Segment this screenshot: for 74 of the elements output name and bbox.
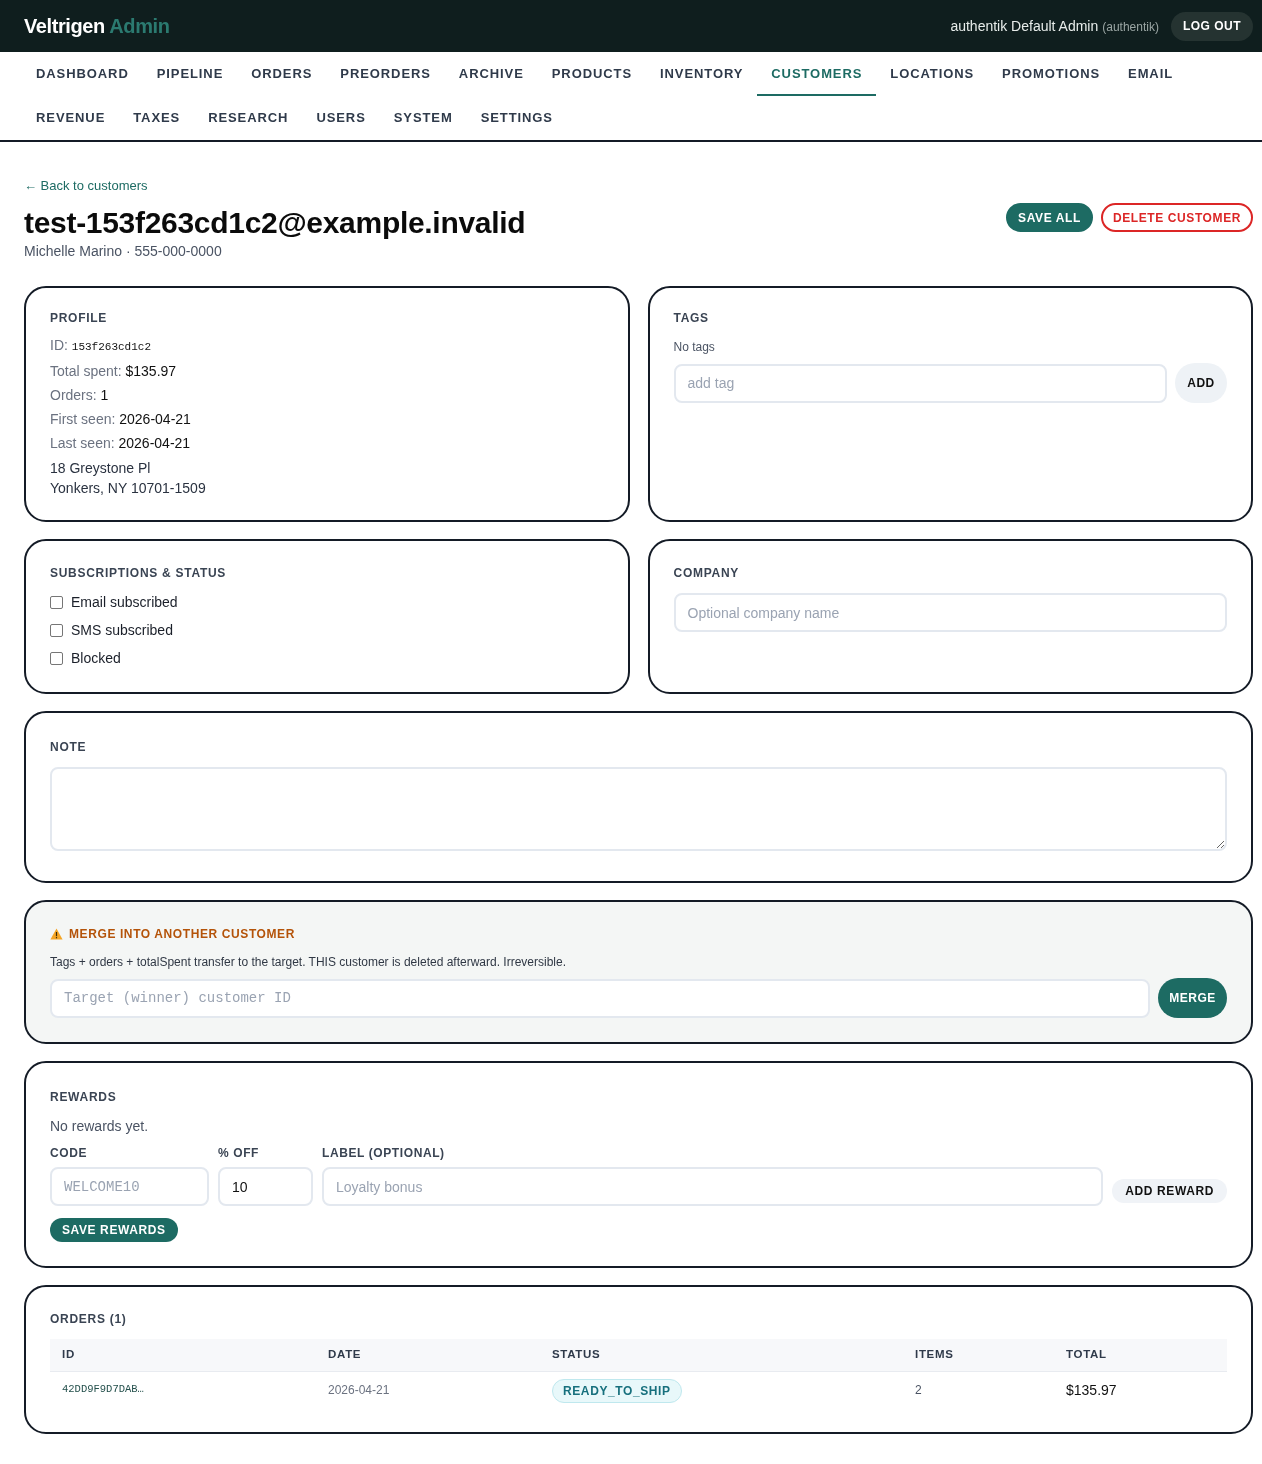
- user-source: (authentik): [1102, 18, 1159, 36]
- section-heading: SUBSCRIPTIONS & STATUS: [50, 565, 228, 581]
- section-heading: MERGE INTO ANOTHER CUSTOMER: [69, 926, 295, 942]
- field-label: % OFF: [218, 1145, 260, 1161]
- add-tag-button[interactable]: ADD: [1175, 363, 1227, 403]
- nav-tab[interactable]: RESEARCH: [194, 96, 303, 140]
- nav-tab[interactable]: PROMOTIONS: [988, 52, 1115, 96]
- table-cell-text: 2: [914, 1382, 923, 1399]
- field-label: CODE: [50, 1145, 89, 1161]
- brand-logo[interactable]: Veltrigen Admin: [24, 16, 170, 36]
- profile-field: Orders: 1: [50, 386, 604, 404]
- reward-input[interactable]: 10: [218, 1167, 313, 1206]
- nav-tab[interactable]: DASHBOARD: [22, 52, 143, 96]
- section-heading: TAGS: [673, 310, 710, 326]
- table-cell-text: 2026-04-21: [327, 1382, 391, 1399]
- nav-tab[interactable]: USERS: [302, 96, 380, 140]
- nav-tab[interactable]: ORDERS: [237, 52, 327, 96]
- back-link[interactable]: ← Back to customers: [24, 178, 526, 194]
- nav-tab[interactable]: PREORDERS: [326, 52, 445, 96]
- logout-button[interactable]: LOG OUT: [1170, 11, 1253, 41]
- field-label: LABEL (OPTIONAL): [322, 1145, 446, 1161]
- nav-tab[interactable]: SETTINGS: [466, 96, 567, 140]
- warning-icon: [50, 928, 63, 940]
- profile-field: Total spent: $135.97: [50, 362, 604, 380]
- action-button[interactable]: SAVE ALL: [1006, 203, 1093, 232]
- company-input[interactable]: Optional company name: [673, 593, 1227, 632]
- empty-rewards-text: No rewards yet.: [50, 1117, 150, 1135]
- table-cell-text: $135.97: [1065, 1380, 1118, 1400]
- checkbox[interactable]: [50, 623, 63, 637]
- checkbox-label: Email subscribed: [71, 593, 178, 611]
- column-header: TOTAL: [1065, 1347, 1108, 1363]
- nav-tab[interactable]: SYSTEM: [379, 96, 467, 140]
- profile-field: First seen: 2026-04-21: [50, 410, 604, 428]
- merge-description: Tags + orders + totalSpent transfer to the target. THIS customer is deleted afterward. Irreversible.: [50, 954, 568, 970]
- checkbox[interactable]: [50, 651, 63, 665]
- nav-tab[interactable]: TAXES: [119, 96, 195, 140]
- nav-tab[interactable]: ARCHIVE: [444, 52, 538, 96]
- column-header: STATUS: [551, 1347, 602, 1363]
- order-id-link[interactable]: 42DD9F9D7DAB…: [50, 1382, 316, 1398]
- merge-button[interactable]: MERGE: [1158, 978, 1227, 1018]
- section-heading: ORDERS (1): [50, 1311, 128, 1327]
- status-badge: READY_TO_SHIP: [552, 1378, 682, 1403]
- nav-tab[interactable]: PIPELINE: [142, 52, 238, 96]
- nav-tab[interactable]: INVENTORY: [646, 52, 758, 96]
- checkbox[interactable]: [50, 595, 63, 609]
- add-reward-button[interactable]: ADD REWARD: [1112, 1179, 1227, 1203]
- address-line: Yonkers, NY 10701-1509: [50, 479, 207, 498]
- nav-tab[interactable]: REVENUE: [22, 96, 120, 140]
- profile-field: Last seen: 2026-04-21: [50, 434, 604, 452]
- page-title: test-153f263cd1c2@example.invalid: [24, 206, 526, 240]
- customer-subtitle: Michelle Marino · 555-000-0000: [24, 242, 223, 260]
- nav-tab[interactable]: LOCATIONS: [876, 52, 989, 96]
- action-button[interactable]: DELETE CUSTOMER: [1100, 203, 1253, 232]
- section-heading: REWARDS: [50, 1089, 118, 1105]
- save-rewards-button[interactable]: SAVE REWARDS: [50, 1218, 178, 1242]
- user-name: authentik Default Admin: [950, 16, 1099, 36]
- tag-input[interactable]: add tag: [673, 363, 1167, 403]
- reward-input[interactable]: WELCOME10: [50, 1167, 209, 1206]
- checkbox-label: Blocked: [71, 649, 121, 667]
- nav-tab[interactable]: EMAIL: [1114, 52, 1188, 96]
- merge-target-input[interactable]: Target (winner) customer ID: [50, 978, 1150, 1018]
- column-header: ITEMS: [914, 1347, 955, 1363]
- section-heading: NOTE: [50, 739, 88, 755]
- address-line: 18 Greystone Pl: [50, 459, 152, 478]
- checkbox-label: SMS subscribed: [71, 621, 173, 639]
- reward-input[interactable]: Loyalty bonus: [322, 1167, 1104, 1206]
- profile-field: ID: 153f263cd1c2: [50, 336, 604, 356]
- section-heading: COMPANY: [673, 565, 740, 581]
- section-heading: PROFILE: [50, 310, 109, 326]
- column-header: DATE: [327, 1347, 363, 1363]
- empty-tags-text: No tags: [673, 339, 716, 355]
- column-header: ID: [61, 1347, 76, 1363]
- nav-tab[interactable]: PRODUCTS: [537, 52, 646, 96]
- nav-tab[interactable]: CUSTOMERS: [757, 52, 877, 96]
